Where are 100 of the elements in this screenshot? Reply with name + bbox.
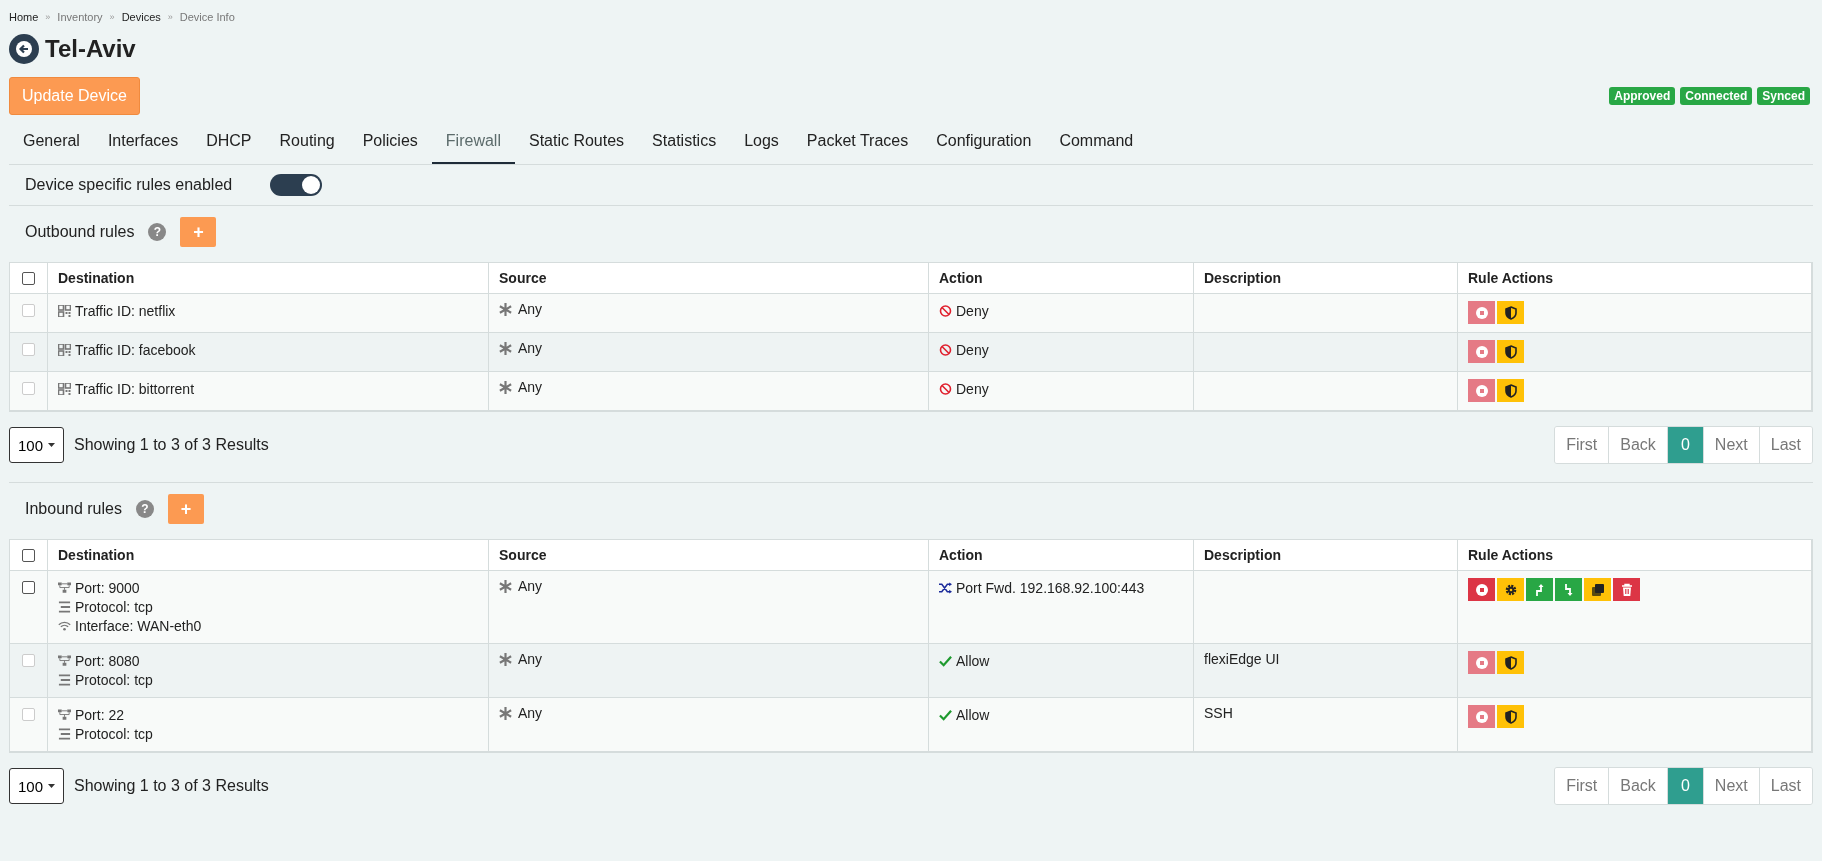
shield-icon — [1503, 383, 1518, 398]
destination-text: Protocol: tcp — [75, 598, 153, 615]
toggle-label: Device specific rules enabled — [25, 176, 234, 194]
status-badge: Approved — [1609, 87, 1676, 105]
tab[interactable]: General — [9, 121, 94, 164]
tab[interactable]: Command — [1045, 121, 1148, 164]
column-header: Description — [1194, 263, 1458, 294]
pagination-button[interactable]: First — [1555, 427, 1610, 463]
description-text: flexiEdge UI — [1204, 651, 1280, 667]
network-icon — [58, 654, 71, 667]
breadcrumb-item[interactable]: Devices — [121, 10, 161, 23]
asterisk-icon — [499, 706, 512, 720]
delete-button[interactable] — [1613, 578, 1640, 601]
column-header: Source — [489, 540, 929, 571]
help-icon[interactable]: ? — [148, 223, 167, 241]
copy-icon — [1590, 582, 1605, 597]
asterisk-icon — [499, 579, 512, 593]
select-all-checkbox[interactable] — [22, 548, 35, 562]
pagination-button[interactable]: First — [1555, 768, 1610, 804]
stop-icon — [1474, 383, 1489, 398]
column-header: Description — [1194, 540, 1458, 571]
pagination-button[interactable]: Back — [1609, 427, 1668, 463]
destination-text: Traffic ID: netflix — [75, 302, 176, 319]
page-size-select[interactable]: 100 — [9, 768, 64, 804]
destination-text: Protocol: tcp — [75, 725, 153, 742]
source-text: Any — [518, 379, 543, 395]
tab[interactable]: Statistics — [638, 121, 731, 164]
pagination-button[interactable]: Last — [1759, 427, 1812, 463]
source-text: Any — [518, 705, 543, 721]
no-entry-icon — [939, 382, 952, 395]
asterisk-icon — [499, 341, 512, 355]
tab[interactable]: Routing — [265, 121, 349, 164]
row-checkbox[interactable] — [22, 581, 35, 594]
asterisk-icon — [499, 652, 512, 666]
no-entry-icon — [939, 343, 952, 356]
action-text: Port Fwd. 192.168.92.100:443 — [956, 579, 1145, 596]
source-text: Any — [518, 340, 543, 356]
tab[interactable]: Firewall — [431, 121, 515, 164]
stop-icon — [1474, 709, 1489, 724]
breadcrumb-item: Device Info — [179, 10, 235, 23]
pagination-button[interactable]: 0 — [1667, 768, 1704, 804]
stop-icon — [1474, 344, 1489, 359]
copy-button[interactable] — [1584, 578, 1611, 601]
breadcrumb-separator: » — [45, 11, 51, 22]
no-entry-icon — [939, 304, 952, 317]
column-header: Rule Actions — [1458, 263, 1812, 294]
tab[interactable]: Policies — [348, 121, 432, 164]
tab[interactable]: DHCP — [192, 121, 266, 164]
destination-text: Traffic ID: bittorrent — [75, 380, 195, 397]
caret-icon — [48, 443, 55, 447]
list-icon — [58, 600, 71, 613]
column-header: Source — [489, 263, 929, 294]
tab[interactable]: Packet Traces — [792, 121, 923, 164]
network-icon — [58, 708, 71, 721]
column-header: Action — [929, 263, 1194, 294]
grid-icon — [58, 343, 71, 356]
asterisk-icon — [499, 302, 512, 316]
description-text: SSH — [1204, 705, 1233, 721]
stop-button[interactable] — [1468, 578, 1495, 601]
results-summary: Showing 1 to 3 of 3 Results — [74, 777, 269, 795]
action-text: Allow — [956, 652, 990, 669]
select-all-checkbox[interactable] — [22, 271, 35, 285]
column-header: Destination — [48, 263, 489, 294]
settings-icon — [1503, 582, 1518, 597]
section-title: Outbound rules — [25, 223, 135, 241]
pagination-button[interactable]: 0 — [1667, 427, 1704, 463]
help-icon[interactable]: ? — [135, 500, 154, 518]
section-title: Inbound rules — [25, 500, 122, 518]
destination-text: Port: 8080 — [75, 652, 140, 669]
network-icon — [58, 581, 71, 594]
rules-toggle[interactable] — [270, 174, 322, 196]
tab[interactable]: Configuration — [922, 121, 1046, 164]
breadcrumb-separator: » — [167, 11, 173, 22]
pagination-button[interactable]: Last — [1759, 768, 1812, 804]
status-badge: Connected — [1680, 87, 1753, 105]
source-text: Any — [518, 651, 543, 667]
breadcrumb-item[interactable]: Home — [9, 10, 39, 23]
check-icon — [939, 708, 952, 721]
caret-icon — [48, 784, 55, 788]
list-icon — [58, 673, 71, 686]
back-button[interactable] — [9, 34, 39, 64]
source-text: Any — [518, 578, 543, 594]
stop-icon — [1474, 305, 1489, 320]
column-header: Destination — [48, 540, 489, 571]
tab[interactable]: Interfaces — [93, 121, 193, 164]
page-size-select[interactable]: 100 — [9, 427, 64, 463]
asterisk-icon — [499, 380, 512, 394]
pagination-button[interactable]: Next — [1703, 768, 1760, 804]
settings-button[interactable] — [1497, 578, 1524, 601]
pagination-button[interactable]: Next — [1703, 427, 1760, 463]
tab[interactable]: Static Routes — [514, 121, 639, 164]
tab[interactable]: Logs — [730, 121, 793, 164]
check-icon — [939, 654, 952, 667]
shield-icon — [1503, 709, 1518, 724]
shield-icon — [1503, 305, 1518, 320]
pagination-button[interactable]: Back — [1609, 768, 1668, 804]
shuffle-icon — [939, 581, 952, 594]
destination-text: Traffic ID: facebook — [75, 341, 196, 358]
action-text: Deny — [956, 302, 989, 319]
breadcrumb-item: Inventory — [57, 10, 103, 23]
